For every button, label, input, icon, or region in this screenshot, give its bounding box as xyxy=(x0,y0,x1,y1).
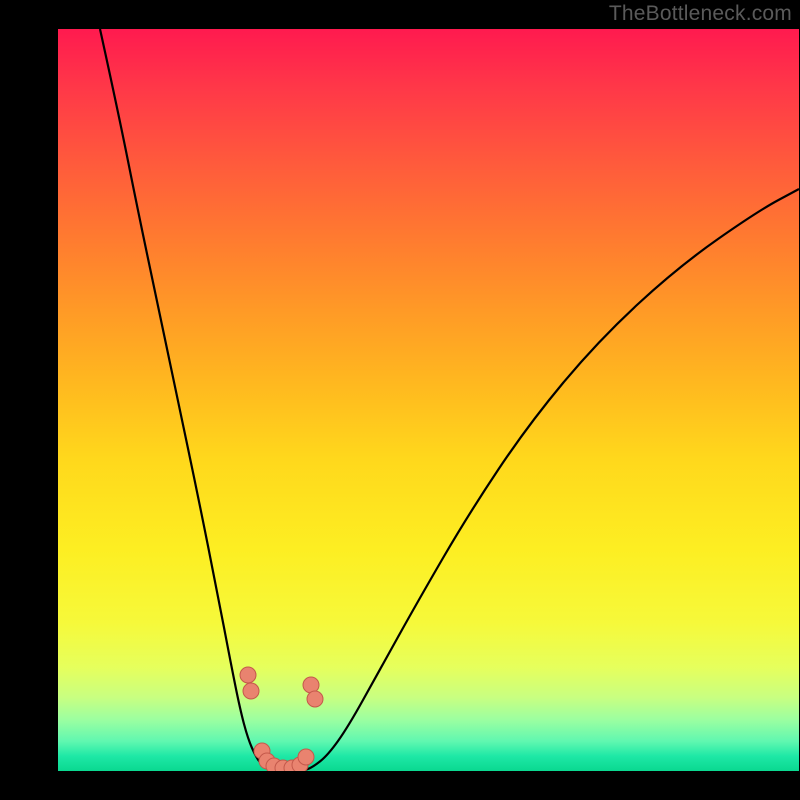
marker-left-upper-1 xyxy=(240,667,256,683)
marker-right-upper-1 xyxy=(303,677,319,693)
watermark-text: TheBottleneck.com xyxy=(609,2,792,26)
chart-svg xyxy=(58,29,799,771)
right-curve xyxy=(293,189,799,771)
left-curve xyxy=(100,29,280,771)
marker-group xyxy=(240,667,323,771)
chart-frame: TheBottleneck.com xyxy=(29,0,800,772)
plot-area xyxy=(58,29,799,771)
marker-right-upper-2 xyxy=(307,691,323,707)
marker-left-upper-2 xyxy=(243,683,259,699)
marker-bottom-7 xyxy=(298,749,314,765)
